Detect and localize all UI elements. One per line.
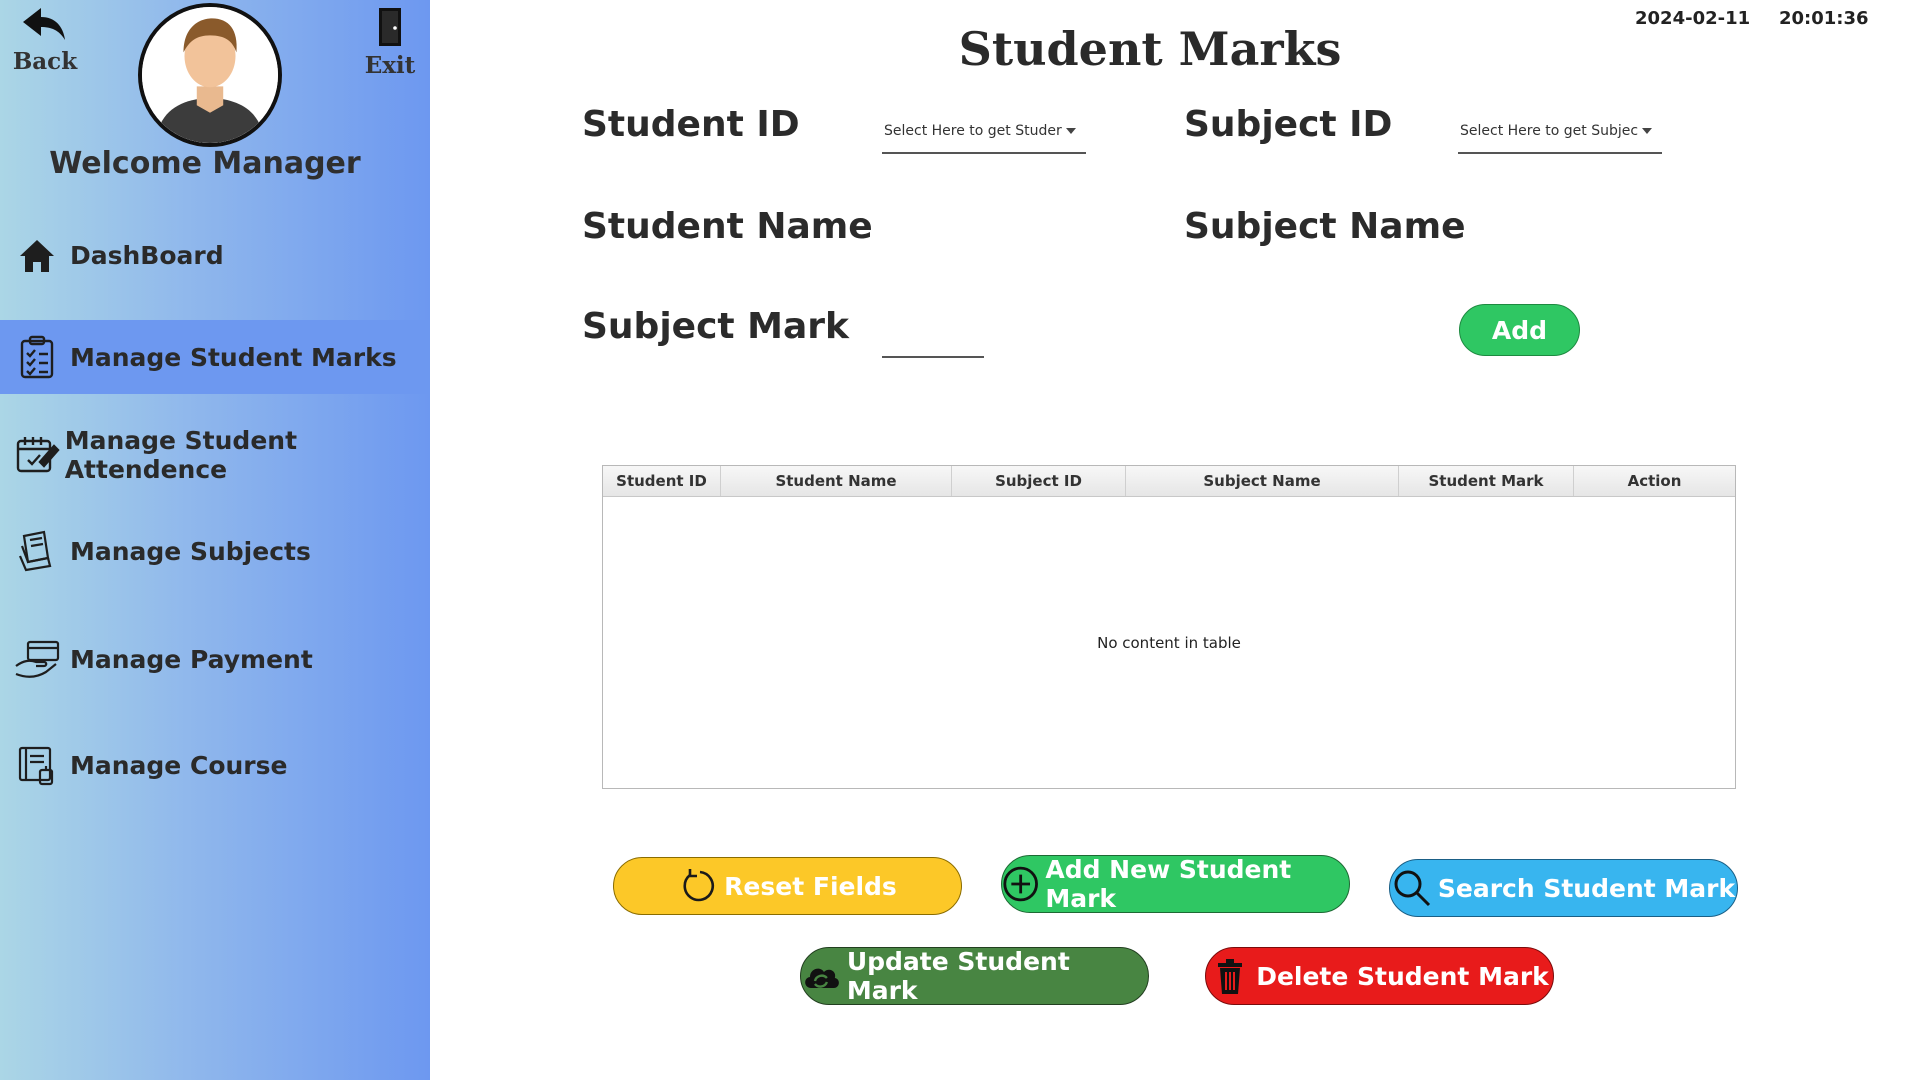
exit-label: Exit bbox=[364, 52, 416, 79]
add-new-student-mark-button[interactable]: Add New Student Mark bbox=[1001, 855, 1350, 913]
column-header[interactable]: Student ID bbox=[603, 466, 721, 496]
sidebar: Back Exit Welcome Manager DashBoard Mana… bbox=[0, 0, 430, 1080]
trash-icon bbox=[1218, 959, 1243, 994]
empty-table-message: No content in table bbox=[1097, 634, 1241, 652]
sidebar-item-label: Manage Subjects bbox=[70, 536, 311, 566]
subject-name-label: Subject Name bbox=[1184, 206, 1466, 247]
course-book-icon bbox=[14, 740, 70, 790]
column-header[interactable]: Subject ID bbox=[952, 466, 1126, 496]
column-header[interactable]: Action bbox=[1574, 466, 1735, 496]
books-icon bbox=[14, 526, 70, 576]
date-display: 2024-02-11 bbox=[1635, 8, 1751, 29]
app-window: Back Exit Welcome Manager DashBoard Mana… bbox=[0, 0, 1920, 1080]
column-header[interactable]: Student Name bbox=[721, 466, 952, 496]
update-student-mark-label: Update Student Mark bbox=[846, 947, 1070, 1005]
user-avatar-icon bbox=[142, 7, 278, 143]
chevron-down-icon bbox=[1066, 128, 1076, 134]
subject-mark-input[interactable] bbox=[882, 330, 984, 358]
sidebar-item-label: Manage Student Attendence bbox=[64, 426, 298, 484]
avatar bbox=[138, 3, 282, 147]
delete-student-mark-button[interactable]: Delete Student Mark bbox=[1205, 947, 1554, 1005]
subject-mark-label: Subject Mark bbox=[582, 306, 849, 347]
home-icon bbox=[14, 230, 70, 280]
sidebar-item-dashboard[interactable]: DashBoard bbox=[0, 218, 430, 292]
add-new-student-mark-label: Add New Student Mark bbox=[1045, 855, 1292, 913]
sidebar-item-manage-subjects[interactable]: Manage Subjects bbox=[0, 514, 430, 588]
add-button[interactable]: Add bbox=[1459, 304, 1580, 356]
student-name-label: Student Name bbox=[582, 206, 873, 247]
subject-id-select[interactable]: Select Here to get Subjec bbox=[1458, 110, 1662, 154]
table-header: Student ID Student Name Subject ID Subje… bbox=[603, 466, 1735, 497]
student-id-label: Student ID bbox=[582, 104, 800, 145]
sidebar-item-label: Manage Payment bbox=[70, 644, 313, 674]
welcome-text: Welcome Manager bbox=[49, 146, 361, 181]
marks-table[interactable]: Student ID Student Name Subject ID Subje… bbox=[602, 465, 1736, 789]
search-student-mark-button[interactable]: Search Student Mark bbox=[1389, 859, 1738, 917]
plus-circle-icon bbox=[1003, 866, 1038, 902]
back-arrow-icon bbox=[23, 8, 65, 40]
subject-id-placeholder: Select Here to get Subjec bbox=[1460, 123, 1639, 139]
sidebar-item-manage-student-attendence[interactable]: Manage Student Attendence bbox=[0, 418, 430, 492]
subject-id-label: Subject ID bbox=[1184, 104, 1393, 145]
reset-fields-label: Reset Fields bbox=[724, 871, 897, 901]
column-header[interactable]: Student Mark bbox=[1399, 466, 1574, 496]
exit-button[interactable]: Exit bbox=[358, 6, 422, 79]
back-button[interactable]: Back bbox=[10, 6, 80, 75]
time-display: 20:01:36 bbox=[1779, 8, 1869, 29]
column-header[interactable]: Subject Name bbox=[1126, 466, 1399, 496]
sidebar-item-manage-payment[interactable]: Manage Payment bbox=[0, 622, 430, 696]
page-title: Student Marks bbox=[958, 22, 1342, 76]
clipboard-checklist-icon bbox=[14, 332, 70, 382]
search-icon bbox=[1394, 870, 1430, 907]
sidebar-item-manage-student-marks[interactable]: Manage Student Marks bbox=[0, 320, 430, 394]
chevron-down-icon bbox=[1642, 128, 1652, 134]
sidebar-item-label: Manage Student Marks bbox=[70, 342, 397, 372]
delete-student-mark-label: Delete Student Mark bbox=[1256, 961, 1549, 991]
reset-fields-button[interactable]: Reset Fields bbox=[613, 857, 962, 915]
hand-payment-icon bbox=[14, 634, 70, 684]
student-id-placeholder: Select Here to get Studer bbox=[884, 123, 1062, 139]
update-student-mark-button[interactable]: Update Student Mark bbox=[800, 947, 1149, 1005]
search-student-mark-label: Search Student Mark bbox=[1437, 873, 1736, 903]
sidebar-item-label: DashBoard bbox=[70, 240, 224, 270]
refresh-icon bbox=[683, 869, 715, 902]
door-exit-icon bbox=[379, 8, 401, 46]
student-id-select[interactable]: Select Here to get Studer bbox=[882, 110, 1086, 154]
sidebar-item-label: Manage Course bbox=[70, 750, 288, 780]
cloud-sync-icon bbox=[805, 968, 839, 988]
calendar-edit-icon bbox=[14, 430, 65, 480]
sidebar-item-manage-course[interactable]: Manage Course bbox=[0, 728, 430, 802]
back-label: Back bbox=[12, 48, 78, 75]
